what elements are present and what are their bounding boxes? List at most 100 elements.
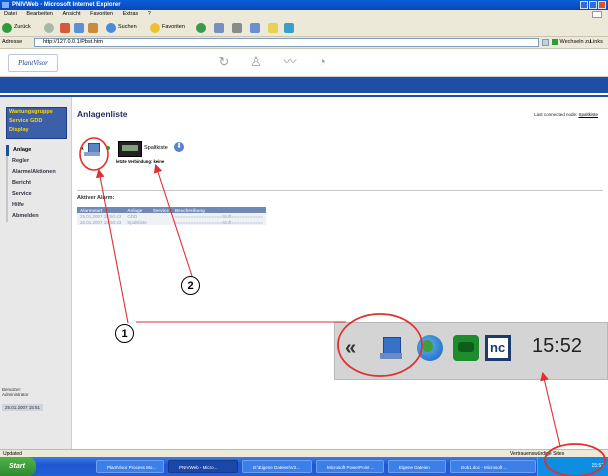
alarm-cell: ==================Stoft============ — [171, 219, 266, 225]
menu-ansicht[interactable]: Ansicht — [63, 11, 81, 17]
sidebar-item-regler[interactable]: Regler — [6, 156, 69, 167]
sidebar-item-service[interactable]: Service — [6, 189, 69, 200]
sidebar-item-abmelden[interactable]: Abmelden — [6, 211, 69, 222]
tray-zoom-callout: « nc 15:52 — [334, 322, 608, 380]
taskbar-folder[interactable]: D:\Eigene Dateien\V2... — [242, 460, 312, 473]
session-date: 25.01.2007 15:51 — [2, 404, 44, 411]
callout-marker-2: 2 — [181, 276, 200, 295]
user-name: Administrator — [2, 392, 29, 397]
sidebar-item-anlage[interactable]: Anlage — [6, 145, 69, 156]
tray-clock: 15:52 — [591, 463, 604, 469]
favorites-button[interactable]: Favoriten — [150, 22, 185, 33]
system-tray: 15:52 — [537, 457, 608, 476]
print-button[interactable] — [232, 22, 242, 33]
phone-icon[interactable] — [453, 335, 479, 361]
menu-datei[interactable]: Datei — [4, 11, 17, 17]
header-band — [0, 77, 608, 93]
sidebar-item-bericht[interactable]: Bericht — [6, 178, 69, 189]
plantvisor-logo: PlantVisor — [8, 54, 58, 72]
messenger-button[interactable] — [268, 22, 278, 33]
quick-links: Wartungsgruppe Service GDD Display — [6, 107, 67, 139]
history-button[interactable] — [196, 22, 206, 33]
history-icon — [196, 22, 206, 33]
last-connected: Last connected node: Spaltkiste — [534, 112, 598, 117]
user-info: Benutzer: Administrator 25.01.2007 15:51 — [2, 387, 44, 411]
home-button[interactable] — [88, 22, 98, 33]
search-icon — [106, 22, 116, 33]
menu-bearbeiten[interactable]: Bearbeiten — [26, 11, 53, 17]
address-label: Adresse — [2, 39, 23, 45]
window-title: PNIVWeb - Microsoft Internet Explorer — [12, 2, 121, 8]
taskbar-word[interactable]: Dok1.doc - Microsoft ... — [450, 460, 536, 473]
print-icon — [232, 22, 242, 33]
alarm-cell: Spaltkiste — [124, 219, 150, 225]
download-icon[interactable]: ⬇ — [174, 142, 184, 152]
refresh-button[interactable] — [74, 22, 84, 33]
maximize-button[interactable] — [589, 1, 597, 9]
browser-toolbar: Zurück Suchen Favoriten — [0, 19, 608, 37]
address-input[interactable]: http://127.0.0.1/Pbst.htm — [34, 38, 539, 47]
alarm-icon[interactable]: ♙ — [248, 55, 264, 69]
taskbar-plantvisor[interactable]: PlantVisor Process Mo... — [96, 460, 164, 473]
alarm-cell: 25.01.2007 15:50:43 — [77, 213, 125, 219]
quick-link-display[interactable]: Display — [7, 126, 66, 135]
folder-icon — [268, 22, 278, 33]
forward-button[interactable] — [44, 22, 54, 33]
address-url: http://127.0.0.1/Pbst.htm — [43, 39, 103, 45]
edit-button[interactable] — [250, 22, 260, 33]
taskbar-powerpoint[interactable]: Microsoft PowerPoint ... — [316, 460, 384, 473]
nc-icon[interactable]: nc — [485, 335, 511, 361]
messenger-icon — [284, 22, 294, 33]
alarm-cell: 25.01.2007 15:50:43 — [77, 219, 125, 225]
graph-icon[interactable]: 〰 — [282, 55, 298, 69]
ie-icon — [2, 2, 9, 8]
callout-marker-1: 1 — [115, 324, 134, 343]
back-arrow-icon — [2, 22, 12, 33]
refresh-icon[interactable]: ↻ — [216, 55, 232, 69]
device-name[interactable]: Spaltkiste — [144, 145, 168, 151]
alarm-col-service[interactable]: Service — [149, 207, 172, 213]
network-monitor-icon[interactable] — [377, 335, 403, 361]
globe-icon[interactable] — [417, 335, 443, 361]
menu-extras[interactable]: Extras — [123, 11, 139, 17]
menu-favoriten[interactable]: Favoriten — [90, 11, 113, 17]
last-connected-link[interactable]: Spaltkiste — [578, 112, 598, 117]
page-title: Anlagenliste — [77, 109, 128, 119]
alarm-cell — [149, 219, 172, 225]
mail-button[interactable] — [214, 22, 224, 33]
taskbar-eigene-dateien[interactable]: Eigene Dateien — [388, 460, 446, 473]
sidebar-nav: Anlage Regler Alarme/Aktionen Bericht Se… — [6, 145, 69, 222]
search-button[interactable]: Suchen — [106, 22, 137, 33]
app-header: PlantVisor ↻ ♙ 〰 ◔ — [0, 49, 608, 77]
go-arrow-icon — [552, 38, 558, 45]
minimize-button[interactable] — [580, 1, 588, 9]
taskbar: Start PlantVisor Process Mo... PNIVWeb -… — [0, 457, 608, 476]
back-button[interactable]: Zurück — [2, 22, 31, 33]
start-button[interactable]: Start — [0, 457, 36, 476]
sidebar-item-hilfe[interactable]: Hilfe — [6, 200, 69, 211]
home-icon — [88, 22, 98, 33]
network-computer-icon[interactable] — [84, 143, 100, 157]
go-button[interactable]: Wechseln zu — [552, 37, 591, 48]
links-button[interactable]: Links — [590, 37, 603, 48]
status-dot-icon — [106, 146, 110, 150]
sidebar-item-alarme[interactable]: Alarme/Aktionen — [6, 167, 69, 178]
tray-expand-chevron[interactable]: « — [345, 337, 356, 360]
mail-icon — [214, 22, 224, 33]
timer-icon[interactable]: ◔ — [314, 55, 330, 69]
address-dropdown-icon[interactable] — [542, 39, 549, 46]
quick-link-wartungsgruppe[interactable]: Wartungsgruppe — [7, 108, 66, 117]
close-button[interactable] — [598, 1, 606, 9]
menu-bar: Datei Bearbeiten Ansicht Favoriten Extra… — [0, 10, 608, 19]
quick-link-service-gdd[interactable]: Service GDD — [7, 117, 66, 126]
discuss-button[interactable] — [284, 22, 294, 33]
device-entry: A Spaltkiste ⬇ letzte Verbindung: keine — [80, 139, 222, 164]
stop-icon — [60, 22, 70, 33]
sidebar: Wartungsgruppe Service GDD Display Anlag… — [0, 97, 72, 449]
plc-device-icon[interactable] — [118, 141, 142, 157]
table-row[interactable]: 25.01.2007 15:50:43 Spaltkiste =========… — [77, 219, 266, 225]
divider — [77, 190, 603, 191]
stop-button[interactable] — [60, 22, 70, 33]
taskbar-pnivweb[interactable]: PNIVWeb - Micro... — [168, 460, 238, 473]
menu-help[interactable]: ? — [148, 11, 151, 17]
